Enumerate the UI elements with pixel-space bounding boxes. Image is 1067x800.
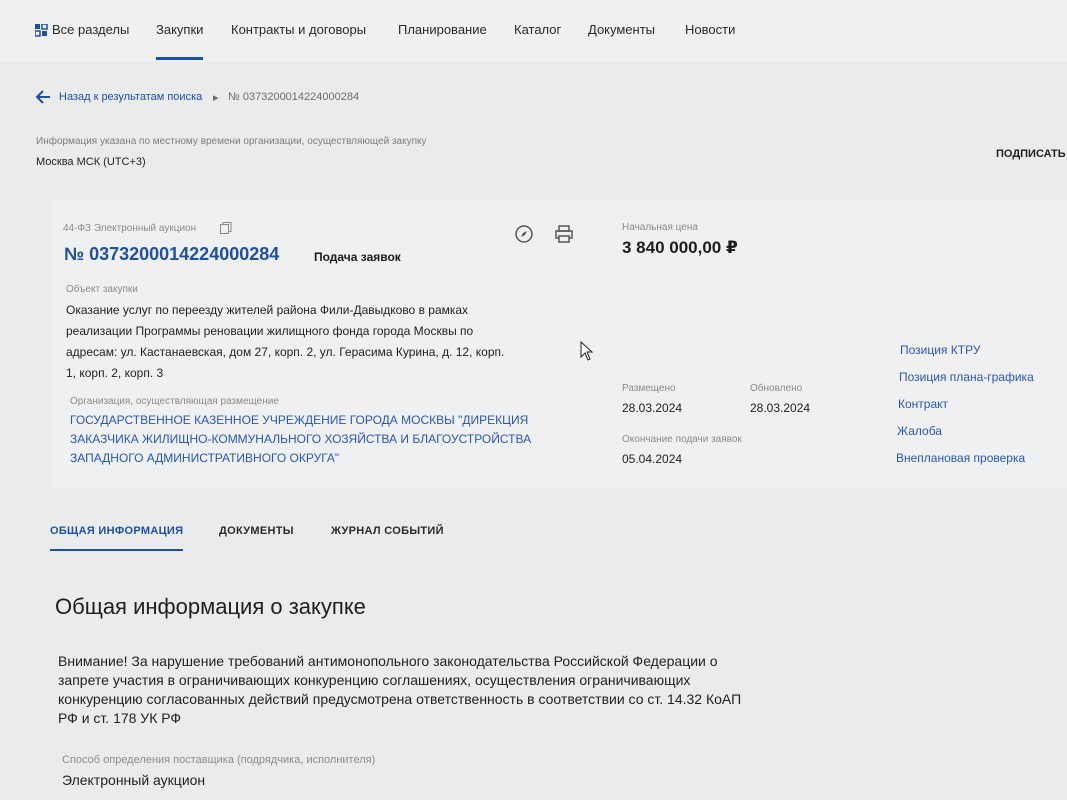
ktru-position-link[interactable]: Позиция КТРУ [900, 343, 980, 357]
compass-icon[interactable] [514, 224, 534, 244]
nav-contracts[interactable]: Контракты и договоры [231, 22, 366, 37]
purchase-card: 44-ФЗ Электронный аукцион № 037320001422… [52, 200, 1067, 488]
tab-bar: ОБЩАЯ ИНФОРМАЦИЯ ДОКУМЕНТЫ ЖУРНАЛ СОБЫТИ… [0, 505, 1067, 555]
timezone-note: Информация указана по местному времени о… [36, 136, 427, 147]
supplier-method-label: Способ определения поставщика (подрядчик… [62, 754, 376, 766]
complaint-link[interactable]: Жалоба [897, 424, 942, 438]
timezone-value: Москва МСК (UTC+3) [36, 156, 146, 168]
purchase-number[interactable]: № 0373200014224000284 [64, 244, 279, 265]
object-label: Объект закупки [66, 284, 138, 295]
back-to-results-link[interactable]: Назад к результатам поиска [59, 91, 202, 103]
supplier-method-value: Электронный аукцион [62, 772, 206, 788]
print-icon[interactable] [554, 224, 574, 244]
plan-schedule-link[interactable]: Позиция плана-графика [899, 370, 1034, 384]
nav-documents[interactable]: Документы [588, 22, 655, 37]
breadcrumb-current: № 0373200014224000284 [228, 91, 360, 103]
initial-price: 3 840 000,00 ₽ [622, 238, 738, 257]
tab-event-log[interactable]: ЖУРНАЛ СОБЫТИЙ [331, 525, 444, 537]
updated-date: 28.03.2024 [750, 401, 811, 415]
posted-date: 28.03.2024 [622, 401, 683, 415]
nav-all-sections[interactable]: Все разделы [52, 22, 129, 37]
tab-general-info[interactable]: ОБЩАЯ ИНФОРМАЦИЯ [50, 525, 184, 551]
antimonopoly-warning: Внимание! За нарушение требований антимо… [58, 653, 742, 726]
object-text: Оказание услуг по переезду жителей район… [66, 303, 505, 380]
grid-icon[interactable] [35, 24, 48, 37]
nav-planning[interactable]: Планирование [398, 22, 487, 37]
unscheduled-check-link[interactable]: Внеплановая проверка [896, 451, 1025, 465]
nav-catalog[interactable]: Каталог [514, 22, 561, 37]
stage-badge: Подача заявок [314, 250, 401, 264]
deadline-label: Окончание подачи заявок [622, 434, 742, 445]
law-type: 44-ФЗ Электронный аукцион [63, 223, 197, 234]
subscribe-button[interactable]: ПОДПИСАТЬ [996, 148, 1066, 160]
top-navigation: Все разделы Закупки Контракты и договоры… [0, 0, 1067, 62]
contract-link[interactable]: Контракт [898, 397, 948, 411]
breadcrumb-separator: ▸ [213, 92, 219, 104]
arrow-left-icon[interactable] [35, 90, 51, 104]
org-label: Организация, осуществляющая размещение [70, 396, 279, 407]
section-title: Общая информация о закупке [55, 594, 366, 619]
nav-purchases[interactable]: Закупки [156, 22, 204, 60]
copy-icon[interactable] [220, 222, 232, 234]
updated-label: Обновлено [750, 383, 803, 394]
mouse-cursor-icon [580, 341, 594, 361]
nav-news[interactable]: Новости [685, 22, 735, 37]
price-label: Начальная цена [622, 222, 698, 233]
deadline-date: 05.04.2024 [622, 452, 683, 466]
org-link[interactable]: ГОСУДАРСТВЕННОЕ КАЗЕННОЕ УЧРЕЖДЕНИЕ ГОРО… [70, 411, 570, 468]
posted-label: Размещено [622, 383, 676, 394]
tab-documents[interactable]: ДОКУМЕНТЫ [219, 525, 294, 537]
